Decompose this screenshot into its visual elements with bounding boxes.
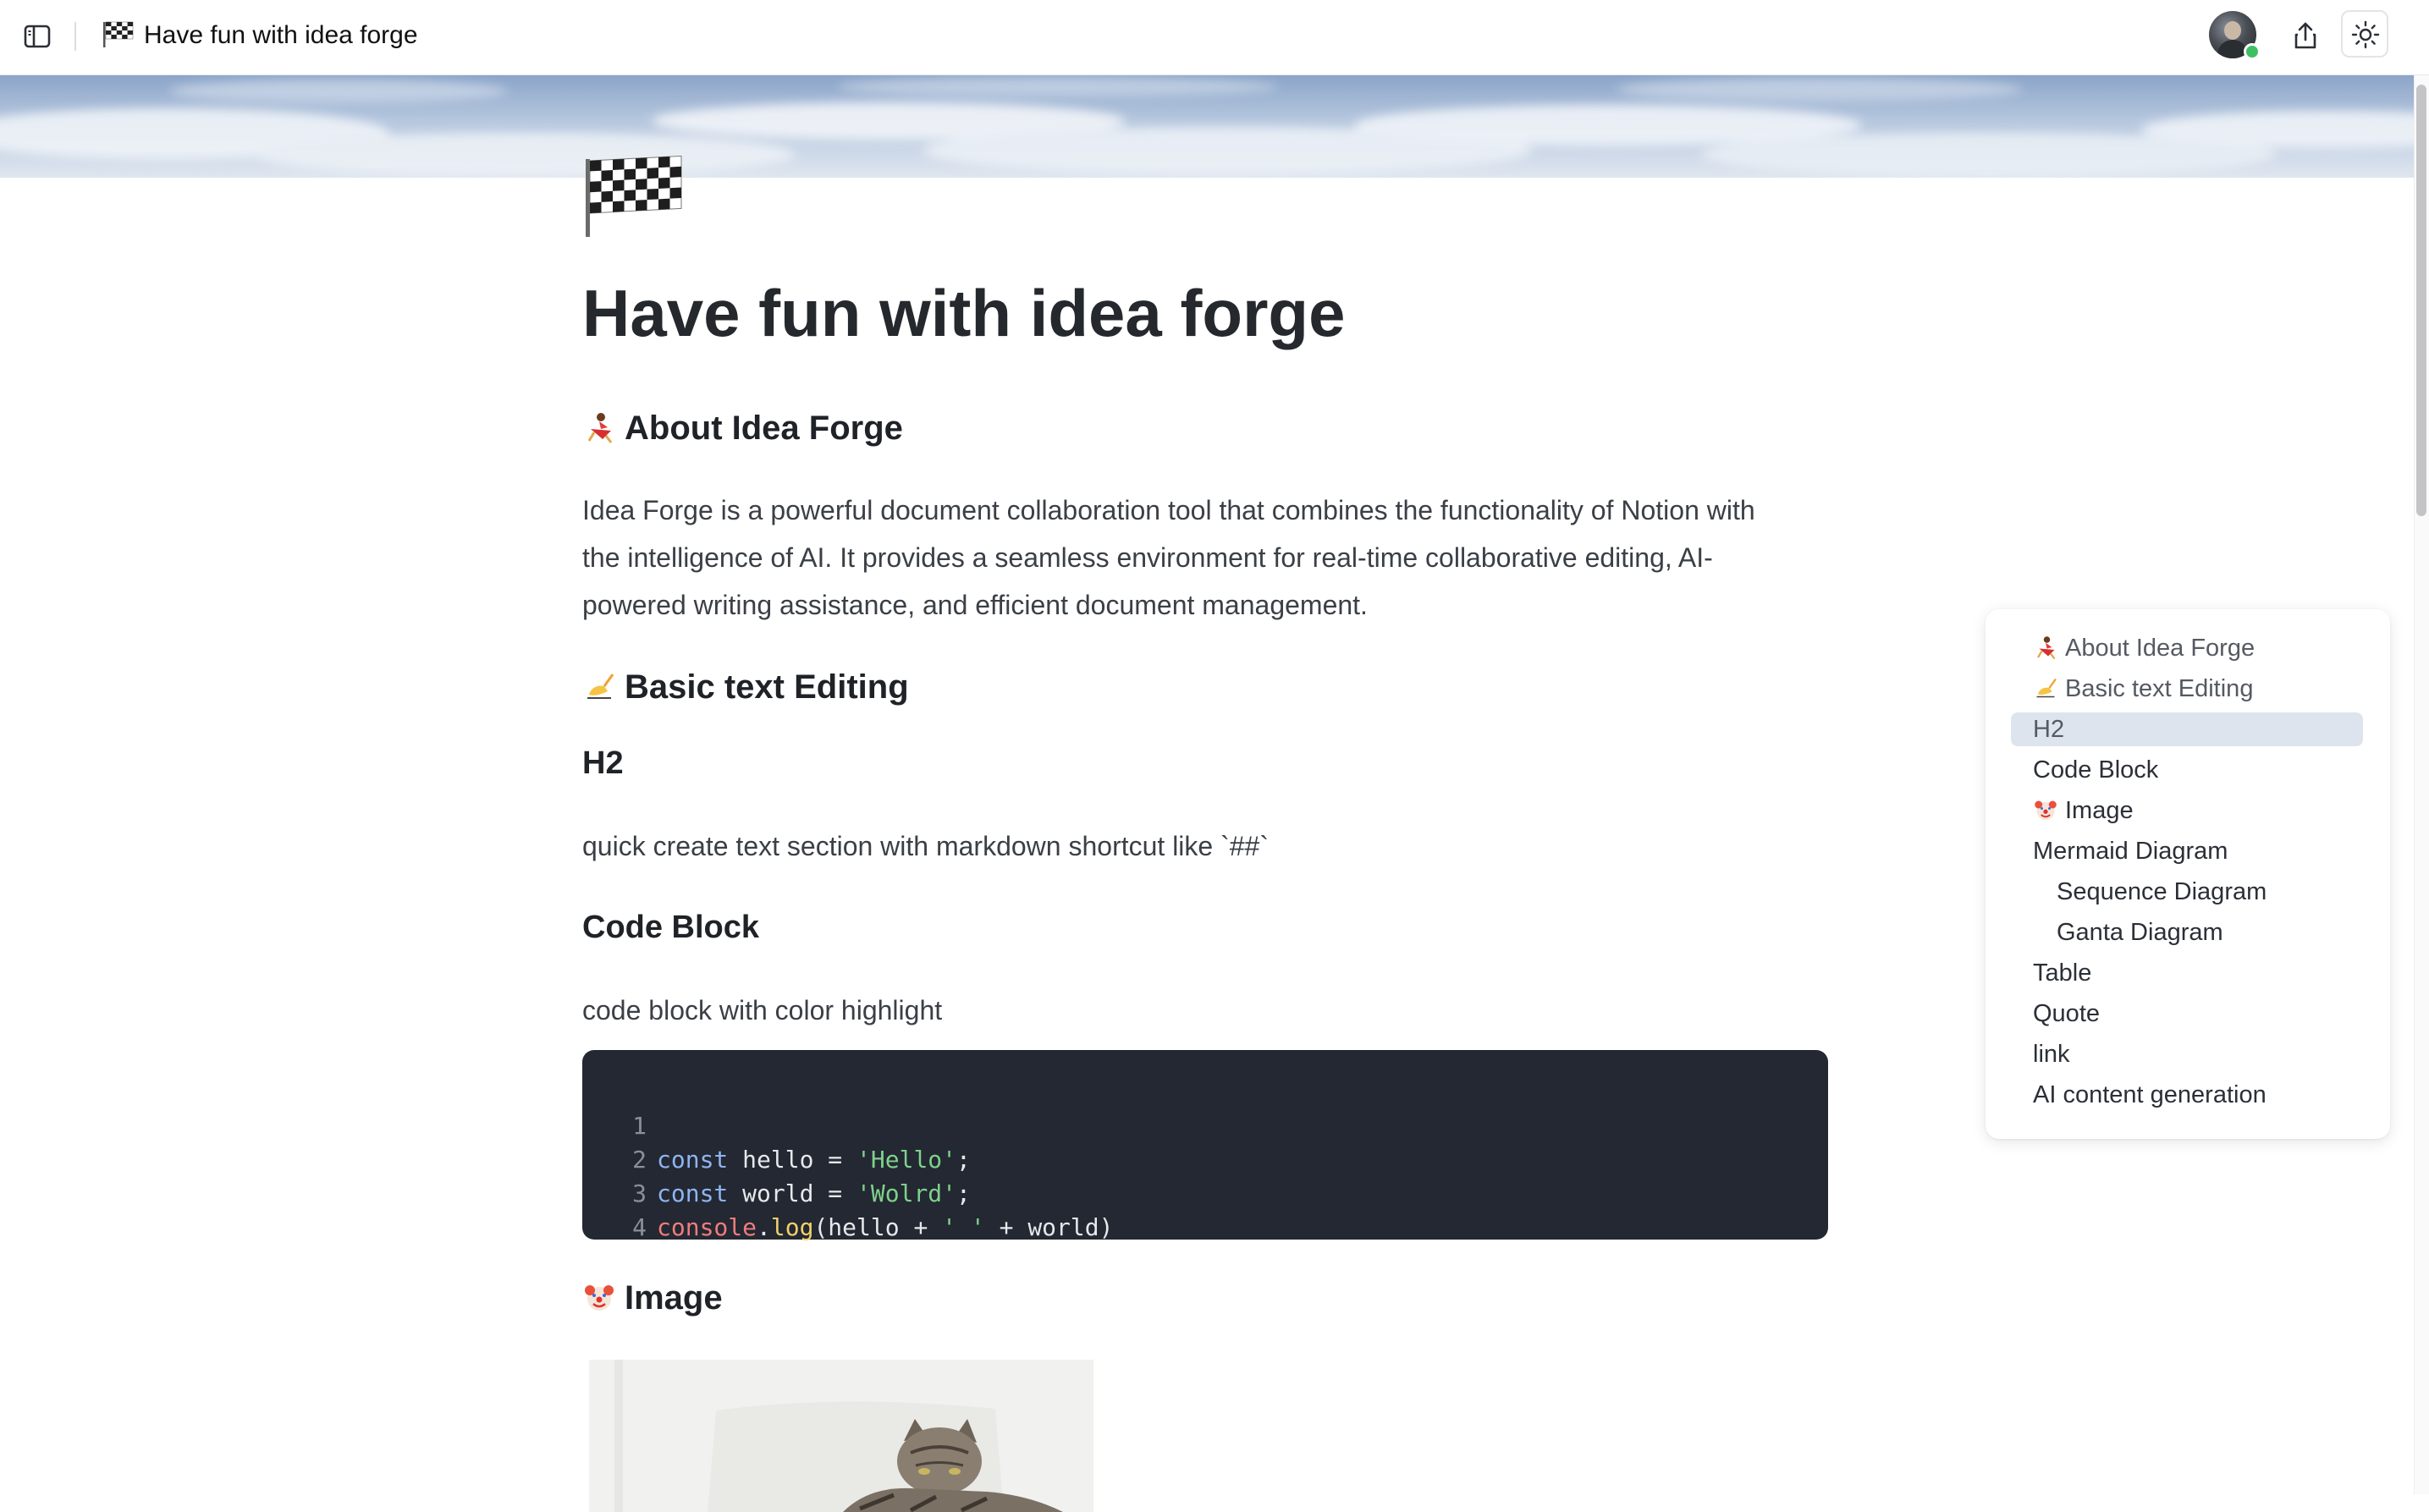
- code-keyword: const: [657, 1179, 729, 1207]
- page-title[interactable]: Have fun with idea forge: [582, 272, 1345, 354]
- code-text: .: [757, 1213, 771, 1241]
- code-text: ;: [956, 1146, 971, 1174]
- toc-item-basic-text-editing[interactable]: Basic text Editing: [2033, 672, 2253, 706]
- code-line: 2 const world = 'Wolrd';: [582, 1109, 971, 1207]
- code-text: world =: [728, 1179, 857, 1207]
- theme-toggle-button[interactable]: [2341, 10, 2388, 58]
- checkered-flag-icon[interactable]: [582, 152, 687, 240]
- code-text: (hello +: [813, 1213, 943, 1241]
- about-paragraph-line: the intelligence of AI. It provides a se…: [582, 542, 1713, 573]
- toc-item-about-idea-forge[interactable]: About Idea Forge: [2033, 631, 2255, 665]
- heading-basic-text: Basic text Editing: [625, 668, 909, 706]
- about-paragraph-line: powered writing assistance, and efficien…: [582, 590, 1368, 620]
- toc-item-quote[interactable]: Quote: [2033, 997, 2100, 1031]
- writing-hand-emoji-icon: [587, 674, 614, 699]
- toc-item-mermaid-diagram[interactable]: Mermaid Diagram: [2033, 834, 2228, 868]
- code-string: ' ': [942, 1213, 985, 1241]
- code-text: ;: [956, 1179, 971, 1207]
- heading-image[interactable]: Image: [582, 1276, 723, 1320]
- heading-image-text: Image: [625, 1279, 723, 1317]
- code-text: + world): [984, 1213, 1114, 1241]
- toc-item-ganta-diagram[interactable]: Ganta Diagram: [2057, 915, 2223, 949]
- code-keyword: const: [657, 1146, 729, 1174]
- scrollbar-thumb[interactable]: [2416, 85, 2426, 516]
- writing-hand-emoji-icon: [2036, 678, 2057, 698]
- toc-item-table[interactable]: Table: [2033, 956, 2091, 990]
- code-line: 3 console.log(hello + ' ' + world): [582, 1143, 1113, 1241]
- toc-label: Image: [2065, 797, 2134, 824]
- toc-item-ai-content-generation[interactable]: AI content generation: [2033, 1078, 2267, 1112]
- toc-label: Basic text Editing: [2065, 675, 2254, 702]
- top-bar: Have fun with idea forge: [0, 0, 2429, 75]
- code-object: console: [657, 1213, 757, 1241]
- toc-label: About Idea Forge: [2065, 635, 2256, 662]
- about-paragraph[interactable]: Idea Forge is a powerful document collab…: [582, 487, 1755, 629]
- clown-emoji-icon: [2035, 800, 2057, 820]
- heading-about[interactable]: About Idea Forge: [582, 406, 903, 450]
- code-line: 1 const hello = 'Hello';: [582, 1075, 971, 1174]
- breadcrumb-doc-title[interactable]: Have fun with idea forge: [144, 19, 418, 52]
- sun-icon: [2351, 20, 2380, 49]
- code-string: 'Hello': [856, 1146, 957, 1174]
- h2-paragraph[interactable]: quick create text section with markdown …: [582, 822, 1269, 870]
- code-block[interactable]: 1 const hello = 'Hello'; 2 const world =…: [582, 1050, 1828, 1241]
- toc-item-link[interactable]: link: [2033, 1037, 2070, 1071]
- about-paragraph-line: Idea Forge is a powerful document collab…: [582, 495, 1755, 525]
- code-line: 4: [582, 1177, 647, 1241]
- line-number: 4: [632, 1213, 647, 1241]
- share-button[interactable]: [2289, 19, 2322, 52]
- cat-image[interactable]: [589, 1360, 1093, 1512]
- share-icon: [2294, 22, 2316, 49]
- topbar-divider: [74, 22, 76, 51]
- code-paragraph[interactable]: code block with color highlight: [582, 987, 942, 1034]
- dancer-emoji-icon: [2037, 636, 2056, 660]
- cover-image[interactable]: [0, 74, 2414, 178]
- toc-item-sequence-diagram[interactable]: Sequence Diagram: [2057, 875, 2267, 909]
- table-of-contents: About Idea Forge Basic text Editing H2 C…: [1986, 609, 2390, 1139]
- toc-item-code-block[interactable]: Code Block: [2033, 753, 2158, 787]
- heading-basic-text-editing[interactable]: Basic text Editing: [582, 665, 909, 709]
- code-text: hello =: [728, 1146, 857, 1174]
- checkered-flag-icon: [102, 19, 137, 49]
- heading-about-text: About Idea Forge: [625, 410, 903, 447]
- toc-item-image[interactable]: Image: [2033, 794, 2134, 827]
- heading-code-block[interactable]: Code Block: [582, 906, 759, 948]
- sidebar-toggle-icon[interactable]: [22, 21, 52, 52]
- code-function: log: [770, 1213, 814, 1241]
- code-string: 'Wolrd': [856, 1179, 957, 1207]
- toc-item-h2[interactable]: H2: [2033, 712, 2064, 746]
- online-status-indicator: [2244, 43, 2261, 60]
- clown-emoji-icon: [585, 1285, 614, 1311]
- dancer-emoji-icon: [587, 413, 613, 443]
- heading-h2[interactable]: H2: [582, 742, 624, 784]
